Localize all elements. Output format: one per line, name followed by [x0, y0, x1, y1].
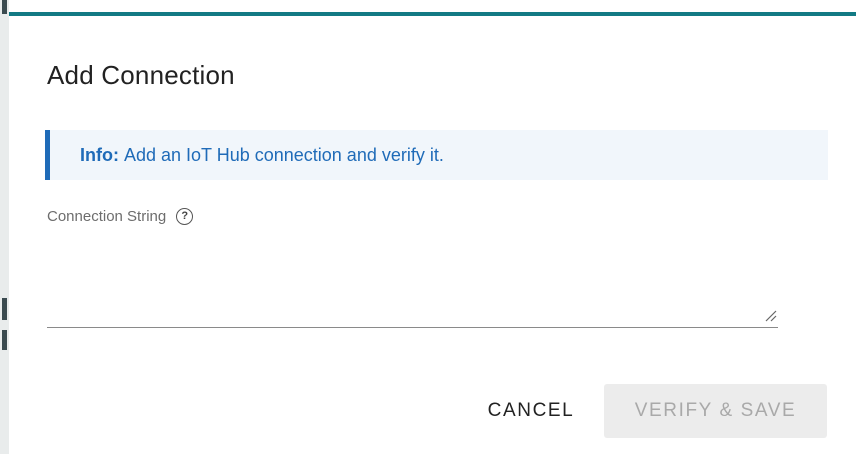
cancel-button[interactable]: CANCEL	[479, 384, 583, 438]
verify-and-save-button[interactable]: VERIFY & SAVE	[604, 384, 827, 438]
info-message: Add an IoT Hub connection and verify it.	[123, 144, 444, 165]
connection-string-label: Connection String ?	[47, 208, 194, 225]
info-banner: Info: Add an IoT Hub connection and veri…	[45, 130, 828, 180]
question-circle-icon[interactable]: ?	[176, 208, 194, 225]
connection-string-label-text: Connection String	[47, 208, 167, 225]
add-connection-dialog: Add Connection Info: Add an IoT Hub conn…	[9, 12, 856, 454]
background-mark	[2, 0, 7, 14]
background-mark	[2, 298, 7, 320]
info-label: Info:	[80, 144, 119, 165]
page: Add Connection Info: Add an IoT Hub conn…	[0, 0, 856, 454]
background-mark	[2, 330, 7, 350]
resize-grip-icon[interactable]	[763, 308, 777, 322]
background-overlay	[0, 0, 9, 454]
dialog-title: Add Connection	[47, 60, 235, 90]
connection-string-input[interactable]	[47, 242, 778, 328]
